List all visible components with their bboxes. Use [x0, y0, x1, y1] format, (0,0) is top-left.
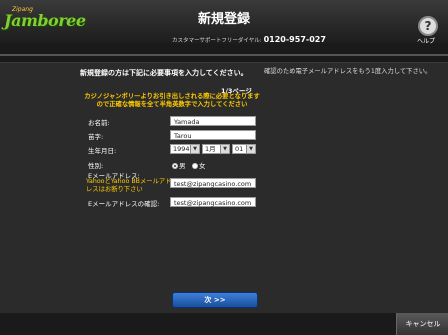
email-confirm-field[interactable]: test@zipangcasino.com — [170, 197, 256, 207]
first-name-label: お名前: — [88, 119, 110, 127]
dob-year-select[interactable]: 1994 ▼ — [170, 144, 200, 154]
dob-month-select[interactable]: 1月 ▼ — [202, 144, 230, 154]
help-button[interactable]: ? ヘルプ — [414, 16, 438, 45]
dob-day-value: 01 — [235, 145, 244, 153]
header-band — [0, 44, 448, 63]
first-name-field[interactable]: Yamada — [170, 116, 256, 126]
cancel-button[interactable]: キャンセル — [396, 313, 448, 335]
header: Zipang Jamboree 新規登録 カスタマーサポートフリーダイヤル: 01… — [0, 0, 448, 45]
gender-label: 性別: — [88, 162, 104, 170]
radio-unselected-icon — [192, 163, 198, 169]
chevron-down-icon: ▼ — [220, 145, 229, 153]
support-line: カスタマーサポートフリーダイヤル: 0120-957-027 — [172, 35, 326, 44]
gender-male-radio[interactable]: 男 — [172, 160, 186, 170]
last-name-label: 苗字: — [88, 133, 104, 141]
dob-label: 生年月日: — [88, 147, 117, 155]
radio-selected-icon — [172, 163, 178, 169]
gender-female-label: 女 — [199, 162, 206, 170]
dob-month-value: 1月 — [205, 145, 216, 153]
last-name-field[interactable]: Tarou — [170, 130, 256, 140]
chevron-down-icon: ▼ — [190, 145, 199, 153]
warning-text: カジノジャンボリーよりお引き出しされる際に必要となりますので正確な情報を全て半角… — [84, 93, 260, 108]
intro-text: 新規登録の方は下記に必要事項を入力してください。 — [80, 69, 248, 77]
email-field[interactable]: test@zipangcasino.com — [170, 178, 256, 188]
gender-female-radio[interactable]: 女 — [192, 160, 206, 170]
next-button[interactable]: 次 >> — [172, 292, 258, 308]
support-number: 0120-957-027 — [263, 35, 326, 44]
question-icon: ? — [418, 16, 438, 36]
gender-male-label: 男 — [179, 162, 186, 170]
footer-bar — [0, 313, 448, 335]
chevron-down-icon: ▼ — [246, 145, 255, 153]
dob-day-select[interactable]: 01 ▼ — [232, 144, 256, 154]
email-confirm-label: Eメールアドレスの確認: — [88, 200, 160, 208]
divider — [0, 54, 448, 56]
side-note: 確認のため電子メールアドレスをもう1度入力して下さい。 — [264, 68, 432, 75]
dob-year-value: 1994 — [173, 145, 190, 153]
email-note: YahooとYahoo BBメールアドレスはお断り下さい — [86, 178, 172, 193]
page-title: 新規登録 — [197, 12, 250, 27]
